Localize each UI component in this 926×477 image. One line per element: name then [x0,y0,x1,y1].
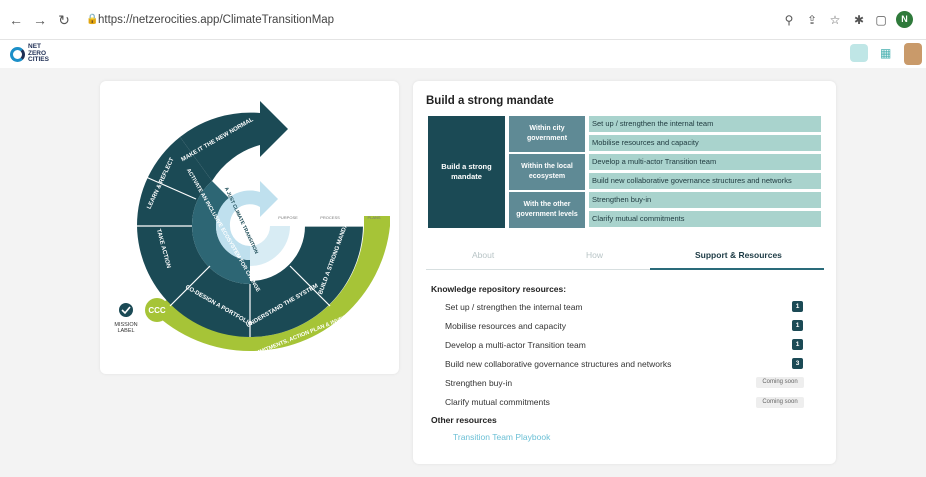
action-item[interactable]: Build new collaborative governance struc… [589,173,821,189]
action-item[interactable]: Clarify mutual commitments [589,211,821,227]
reload-icon[interactable]: ↻ [56,12,72,28]
resource-item[interactable]: Develop a multi-actor Transition team [445,340,586,350]
resource-count-badge[interactable]: 1 [792,301,803,312]
resource-item[interactable]: Strengthen buy-in [445,378,512,388]
forward-icon[interactable]: → [32,12,48,28]
resource-item[interactable]: Set up / strengthen the internal team [445,302,583,312]
resource-count-badge[interactable]: 1 [792,320,803,331]
mission-check-icon[interactable] [119,303,133,317]
logo[interactable]: NET ZERO CITIES [28,43,49,64]
profile-avatar[interactable]: N [896,11,913,28]
resource-count-badge[interactable]: 3 [792,358,803,369]
panel-title: Build a strong mandate [426,95,554,107]
lock-icon[interactable]: 🔒 [86,14,98,25]
apps-grid-icon[interactable]: ▦ [880,46,891,60]
mission-label-line2: LABEL [117,328,134,334]
back-icon[interactable]: ← [8,12,24,28]
panel-tabs: About How Support & Resources [426,250,824,270]
resource-item[interactable]: Clarify mutual commitments [445,397,550,407]
resource-item[interactable]: Mobilise resources and capacity [445,321,566,331]
bookmark-star-icon[interactable]: ☆ [828,13,842,27]
url-text[interactable]: https://netzerocities.app/ClimateTransit… [98,14,334,26]
logo-line: CITIES [28,56,49,63]
extensions-icon[interactable]: ✱ [852,13,866,27]
climate-transition-wheel: CCC MISSION LABEL MAKE IT THE NEW NORMAL… [114,101,390,374]
coming-soon-badge: Coming soon [756,377,804,388]
tab-how[interactable]: How [586,250,603,260]
knowledge-title: Knowledge repository resources: [431,284,567,294]
tab-about[interactable]: About [472,250,494,260]
resource-item[interactable]: Build new collaborative governance struc… [445,359,671,369]
active-tab-indicator [650,268,824,270]
tab-support-resources[interactable]: Support & Resources [695,250,782,260]
layer-purpose: PURPOSE [278,215,298,220]
action-item[interactable]: Develop a multi-actor Transition team [589,154,821,170]
action-item[interactable]: Mobilise resources and capacity [589,135,821,151]
playbook-link[interactable]: Transition Team Playbook [453,432,550,442]
layer-process: PROCESS [320,215,340,220]
layer-plans: PLANS [367,215,380,220]
action-item[interactable]: Strengthen buy-in [589,192,821,208]
share-icon[interactable]: ⇪ [805,13,819,27]
action-item[interactable]: Set up / strengthen the internal team [589,116,821,132]
group-other-government[interactable]: With the other government levels [509,192,585,228]
group-city-government[interactable]: Within city government [509,116,585,152]
zoom-icon[interactable]: ⚲ [782,13,796,27]
app-header [0,40,926,68]
ccc-label: CCC [148,306,166,315]
notification-button[interactable] [850,44,868,62]
logo-ring-icon[interactable] [10,47,25,62]
resource-count-badge[interactable]: 1 [792,339,803,350]
mandate-box[interactable]: Build a strong mandate [428,116,505,228]
other-resources-title: Other resources [431,415,497,425]
sidepanel-icon[interactable]: ▢ [874,13,888,27]
coming-soon-badge: Coming soon [756,397,804,408]
group-local-ecosystem[interactable]: Within the local ecosystem [509,154,585,190]
user-avatar[interactable] [904,43,922,65]
